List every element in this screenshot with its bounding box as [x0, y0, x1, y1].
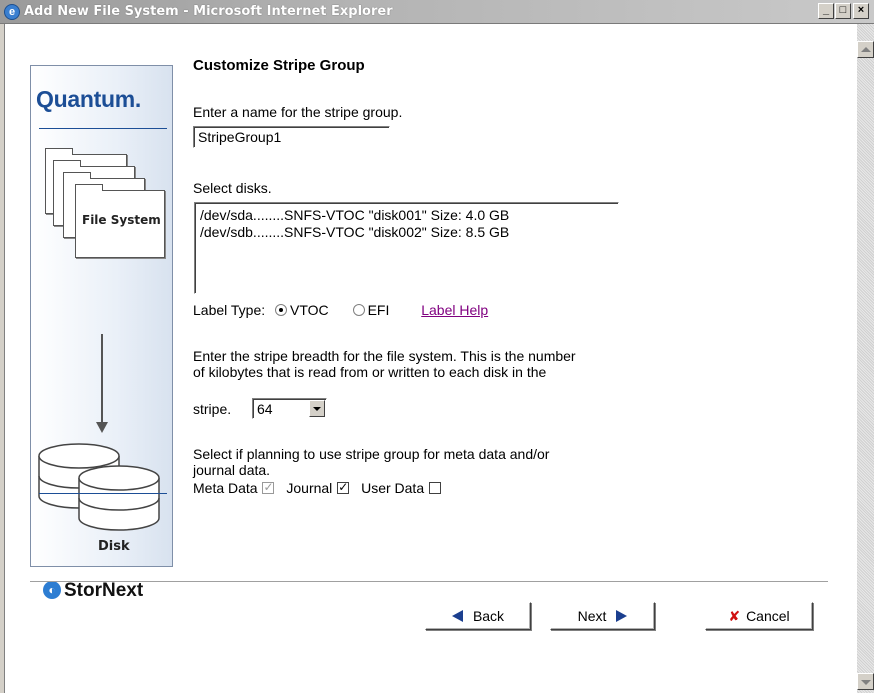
down-arrow-icon	[101, 334, 103, 424]
usage-checkboxes: Meta Data Journal User Data	[193, 480, 449, 496]
back-arrow-icon	[451, 610, 463, 622]
name-prompt: Enter a name for the stripe group.	[193, 104, 403, 120]
stripe-breadth-value: 64	[257, 401, 273, 417]
user-data-label: User Data	[361, 480, 425, 496]
radio-vtoc-control[interactable]	[275, 304, 288, 316]
logo-divider	[39, 128, 167, 129]
maximize-button[interactable]: □	[835, 3, 851, 19]
ie-browser-icon: e	[4, 4, 20, 20]
next-arrow-icon	[616, 610, 628, 622]
disk-option-sda[interactable]: /dev/sda........SNFS-VTOC "disk001" Size…	[200, 207, 613, 224]
stornext-logo: ◐ StorNext	[43, 580, 143, 602]
stripe-group-name-input[interactable]	[193, 126, 390, 148]
meta-data-label: Meta Data	[193, 480, 258, 496]
disk-stack-icon	[38, 443, 160, 531]
disk-option-sdb[interactable]: /dev/sdb........SNFS-VTOC "disk002" Size…	[200, 224, 613, 241]
stripe-label: stripe.	[193, 401, 232, 417]
chevron-down-icon[interactable]	[309, 400, 325, 417]
cancel-x-icon: ✘	[728, 609, 741, 625]
page-title: Customize Stripe Group	[193, 57, 365, 74]
scroll-up-button[interactable]	[857, 41, 874, 58]
close-button[interactable]: ×	[853, 3, 869, 19]
scroll-down-button[interactable]	[857, 673, 874, 690]
label-help-link[interactable]: Label Help	[421, 302, 488, 318]
disk-label: Disk	[98, 539, 130, 554]
disk-divider	[39, 493, 167, 494]
back-button[interactable]: Back	[425, 602, 531, 630]
journal-checkbox[interactable]	[337, 480, 350, 494]
next-button[interactable]: Next	[550, 602, 655, 630]
window-titlebar[interactable]: e Add New File System - Microsoft Intern…	[0, 0, 874, 24]
cancel-button[interactable]: ✘ Cancel	[705, 602, 813, 630]
disks-prompt: Select disks.	[193, 180, 272, 196]
stripe-breadth-description: Enter the stripe breadth for the file sy…	[193, 348, 576, 380]
radio-efi-control[interactable]	[352, 304, 365, 316]
label-type-row: Label Type: VTOC EFI Label Help	[193, 302, 488, 318]
vertical-scrollbar[interactable]	[857, 24, 874, 693]
disk-select-list[interactable]: /dev/sda........SNFS-VTOC "disk001" Size…	[194, 202, 619, 294]
usage-description: Select if planning to use stripe group f…	[193, 446, 550, 478]
journal-label: Journal	[286, 480, 333, 496]
radio-vtoc[interactable]: VTOC	[275, 302, 329, 318]
down-arrow-head-icon	[96, 422, 108, 433]
label-type-label: Label Type:	[193, 302, 266, 318]
window-title: Add New File System - Microsoft Internet…	[24, 4, 393, 19]
footer-divider	[30, 581, 828, 582]
minimize-button[interactable]: _	[818, 3, 834, 19]
wizard-side-panel: Quantum. File System Disk ◐ StorNext	[30, 65, 173, 601]
stripe-breadth-select[interactable]: 64	[252, 398, 327, 419]
radio-efi[interactable]: EFI	[352, 302, 389, 318]
meta-data-checkbox	[262, 480, 275, 494]
quantum-logo: Quantum.	[36, 86, 141, 112]
stornext-logo-icon: ◐	[43, 581, 61, 599]
user-data-checkbox[interactable]	[429, 482, 441, 494]
file-system-label: File System	[82, 213, 161, 227]
